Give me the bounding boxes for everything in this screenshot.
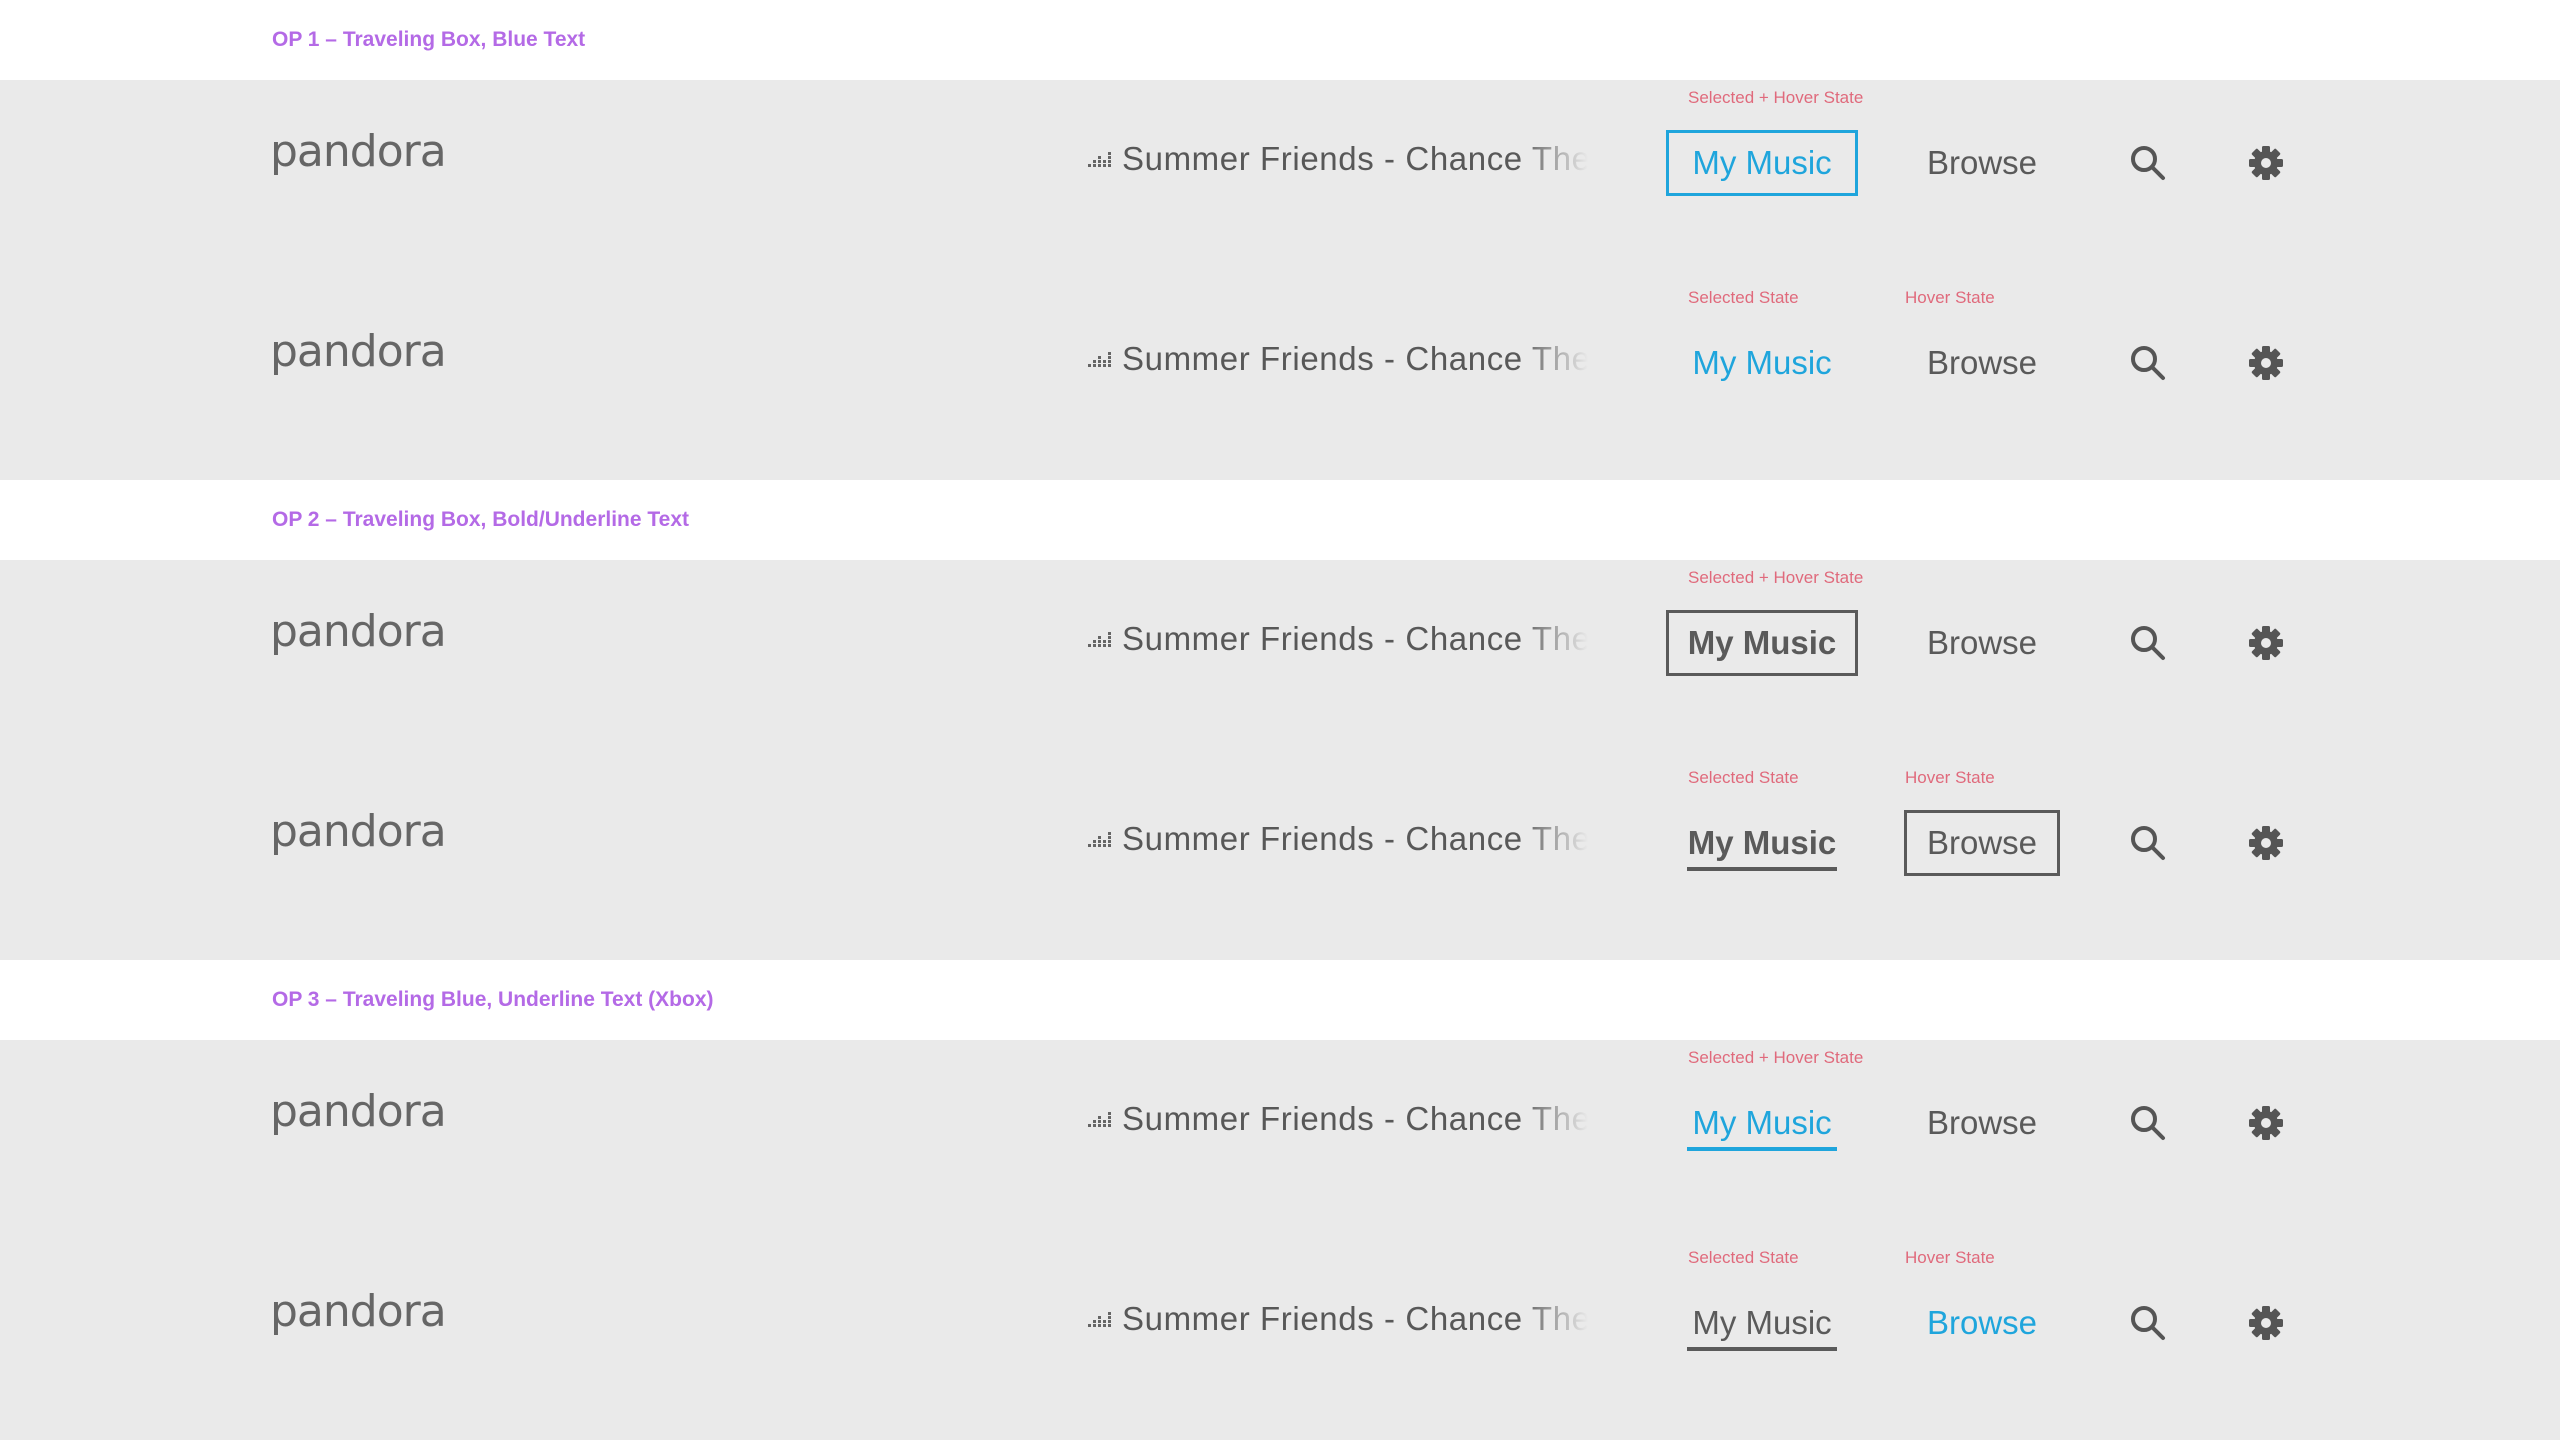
now-playing[interactable]: Summer Friends - Chance The Rapper bbox=[1088, 340, 1588, 378]
player-header: pandora Summer Friends - Chance The Rapp… bbox=[0, 760, 2560, 960]
nav-label: Browse bbox=[1926, 824, 2038, 861]
equalizer-icon bbox=[1088, 152, 1111, 167]
now-playing-title: Summer Friends - Chance The Rapper bbox=[1122, 1100, 1588, 1137]
state-annotation: Selected State bbox=[1688, 1248, 1799, 1267]
gear-icon[interactable] bbox=[2246, 343, 2286, 383]
nav-my-music[interactable]: My Music bbox=[1666, 1290, 1858, 1356]
section-label-op1: OP 1 – Traveling Box, Blue Text bbox=[272, 28, 586, 51]
nav-label: Browse bbox=[1926, 624, 2038, 661]
equalizer-icon bbox=[1088, 1312, 1111, 1327]
gear-icon[interactable] bbox=[2246, 1303, 2286, 1343]
state-annotation: Hover State bbox=[1905, 768, 1995, 787]
variant-band-op2: pandora Summer Friends - Chance The Rapp… bbox=[0, 560, 2560, 960]
nav-label: My Music bbox=[1692, 144, 1832, 181]
nav-browse[interactable]: Browse bbox=[1904, 610, 2060, 676]
state-annotation: Hover State bbox=[1905, 288, 1995, 307]
nav-browse[interactable]: Browse bbox=[1904, 1290, 2060, 1356]
state-annotation: Selected + Hover State bbox=[1688, 1048, 1864, 1067]
nav-browse[interactable]: Browse bbox=[1904, 810, 2060, 876]
variant-band-op3: pandora Summer Friends - Chance The Rapp… bbox=[0, 1040, 2560, 1440]
player-header: pandora Summer Friends - Chance The Rapp… bbox=[0, 280, 2560, 480]
search-icon[interactable] bbox=[2128, 1303, 2168, 1343]
now-playing-title: Summer Friends - Chance The Rapper bbox=[1122, 340, 1588, 377]
state-annotation: Hover State bbox=[1905, 1248, 1995, 1267]
section-label-op2: OP 2 – Traveling Box, Bold/Underline Tex… bbox=[272, 508, 689, 531]
nav-label: My Music bbox=[1687, 624, 1837, 661]
nav-label: Browse bbox=[1926, 1104, 2038, 1141]
now-playing-title: Summer Friends - Chance The Rapper bbox=[1122, 1300, 1588, 1337]
pandora-logo[interactable]: pandora bbox=[270, 326, 447, 377]
pandora-logo[interactable]: pandora bbox=[270, 1286, 447, 1337]
nav-my-music[interactable]: My Music bbox=[1666, 610, 1858, 676]
nav-label: My Music bbox=[1692, 1304, 1832, 1341]
section-label-op3: OP 3 – Traveling Blue, Underline Text (X… bbox=[272, 988, 714, 1011]
search-icon[interactable] bbox=[2128, 623, 2168, 663]
nav-label: My Music bbox=[1692, 1104, 1832, 1141]
now-playing-title: Summer Friends - Chance The Rapper bbox=[1122, 140, 1588, 177]
search-icon[interactable] bbox=[2128, 823, 2168, 863]
nav-my-music[interactable]: My Music bbox=[1666, 330, 1858, 396]
nav-my-music[interactable]: My Music bbox=[1666, 810, 1858, 876]
equalizer-icon bbox=[1088, 1112, 1111, 1127]
pandora-logo[interactable]: pandora bbox=[270, 1086, 447, 1137]
player-header: pandora Summer Friends - Chance The Rapp… bbox=[0, 1240, 2560, 1440]
state-annotation: Selected State bbox=[1688, 768, 1799, 787]
search-icon[interactable] bbox=[2128, 1103, 2168, 1143]
equalizer-icon bbox=[1088, 632, 1111, 647]
player-header: pandora Summer Friends - Chance The Rapp… bbox=[0, 80, 2560, 280]
nav-browse[interactable]: Browse bbox=[1904, 330, 2060, 396]
gear-icon[interactable] bbox=[2246, 623, 2286, 663]
gear-icon[interactable] bbox=[2246, 1103, 2286, 1143]
selected-underline bbox=[1687, 1147, 1837, 1151]
nav-label: My Music bbox=[1687, 824, 1837, 861]
now-playing[interactable]: Summer Friends - Chance The Rapper bbox=[1088, 620, 1588, 658]
state-annotation: Selected State bbox=[1688, 288, 1799, 307]
search-icon[interactable] bbox=[2128, 343, 2168, 383]
gear-icon[interactable] bbox=[2246, 823, 2286, 863]
state-annotation: Selected + Hover State bbox=[1688, 568, 1864, 587]
nav-label: Browse bbox=[1926, 344, 2038, 381]
selected-underline bbox=[1687, 1347, 1837, 1351]
pandora-logo[interactable]: pandora bbox=[270, 806, 447, 857]
now-playing[interactable]: Summer Friends - Chance The Rapper bbox=[1088, 1100, 1588, 1138]
nav-label: Browse bbox=[1926, 144, 2038, 181]
pandora-logo[interactable]: pandora bbox=[270, 606, 447, 657]
nav-my-music[interactable]: My Music bbox=[1666, 1090, 1858, 1156]
gear-icon[interactable] bbox=[2246, 143, 2286, 183]
selected-underline bbox=[1687, 867, 1837, 871]
equalizer-icon bbox=[1088, 832, 1111, 847]
nav-label: Browse bbox=[1926, 1304, 2038, 1341]
variant-band-op1: pandora Summer Friends - Chance The Rapp… bbox=[0, 80, 2560, 480]
nav-my-music[interactable]: My Music bbox=[1666, 130, 1858, 196]
nav-browse[interactable]: Browse bbox=[1904, 1090, 2060, 1156]
now-playing[interactable]: Summer Friends - Chance The Rapper bbox=[1088, 140, 1588, 178]
nav-label: My Music bbox=[1692, 344, 1832, 381]
player-header: pandora Summer Friends - Chance The Rapp… bbox=[0, 560, 2560, 760]
player-header: pandora Summer Friends - Chance The Rapp… bbox=[0, 1040, 2560, 1240]
state-annotation: Selected + Hover State bbox=[1688, 88, 1864, 107]
pandora-logo[interactable]: pandora bbox=[270, 126, 447, 177]
now-playing-title: Summer Friends - Chance The Rapper bbox=[1122, 820, 1588, 857]
now-playing[interactable]: Summer Friends - Chance The Rapper bbox=[1088, 1300, 1588, 1338]
equalizer-icon bbox=[1088, 352, 1111, 367]
now-playing-title: Summer Friends - Chance The Rapper bbox=[1122, 620, 1588, 657]
now-playing[interactable]: Summer Friends - Chance The Rapper bbox=[1088, 820, 1588, 858]
nav-browse[interactable]: Browse bbox=[1904, 130, 2060, 196]
search-icon[interactable] bbox=[2128, 143, 2168, 183]
